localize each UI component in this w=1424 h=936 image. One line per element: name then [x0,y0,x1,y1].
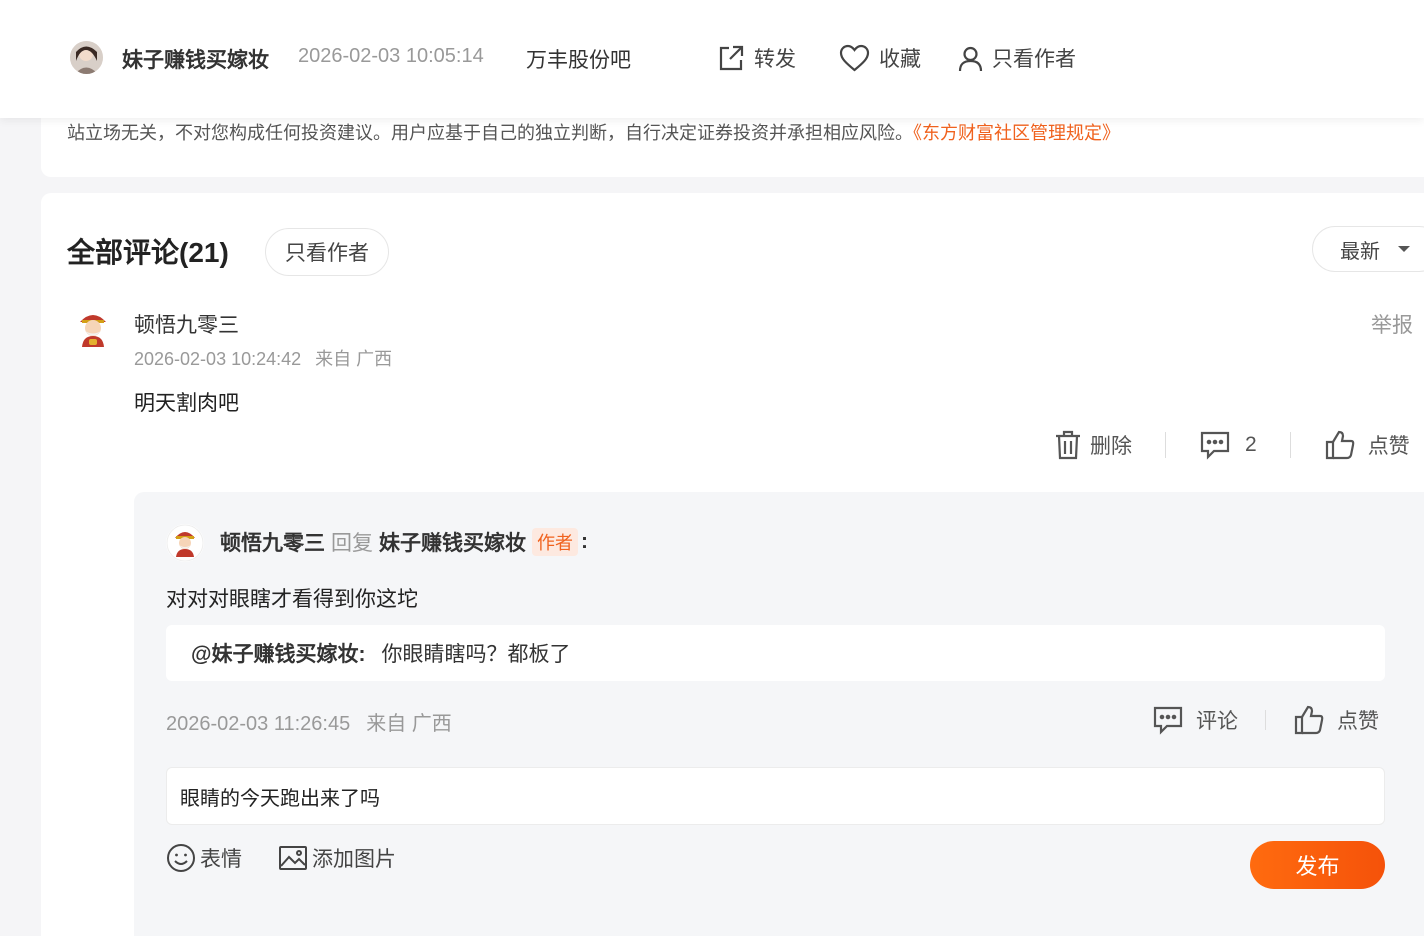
trash-icon [1056,430,1080,460]
only-author-button[interactable]: 只看作者 [957,42,1076,74]
sort-dropdown[interactable]: 最新 [1312,226,1424,272]
reply-body: 对对对眼瞎才看得到你这坨 [166,588,418,611]
author-avatar[interactable] [70,41,103,74]
divider [1165,432,1166,458]
disclaimer-text: 站立场无关，不对您构成任何投资建议。用户应基于自己的独立判断，自行决定证券投资并… [67,119,1120,145]
post-author-name[interactable]: 妹子赚钱买嫁妆 [122,44,269,74]
emoji-button[interactable]: 表情 [166,840,242,876]
commenter-name[interactable]: 顿悟九零三 [134,309,239,339]
comment-time: 2026-02-03 10:24:42 [134,349,302,369]
report-button[interactable]: 举报 [1371,309,1413,339]
reply-comment-button[interactable]: 评论 [1152,705,1238,735]
thumbs-up-icon [1325,430,1355,460]
forward-label: 转发 [754,48,796,71]
divider [1265,710,1266,730]
add-image-button[interactable]: 添加图片 [278,840,396,876]
reply-like-button[interactable]: 点赞 [1293,704,1379,736]
disclaimer-body: 站立场无关，不对您构成任何投资建议。用户应基于自己的独立判断，自行决定证券投资并… [67,123,913,143]
replier-avatar[interactable] [166,524,204,562]
divider [1289,432,1291,458]
heart-icon [839,44,870,72]
forward-button[interactable]: 转发 [716,42,796,74]
like-label: 点赞 [1367,435,1410,458]
stock-bar-link[interactable]: 万丰股份吧 [526,44,631,74]
quoted-text: 你眼睛瞎吗？都板了 [381,643,571,666]
reply-count: 2 [1245,433,1257,456]
post-header-bar: 妹子赚钱买嫁妆 2026-02-03 10:05:14 万丰股份吧 转发 收藏 … [0,0,1424,118]
comments-section: 全部评论(21) 只看作者 最新 顿悟九零三 2026-02-03 10:24:… [41,193,1424,936]
delete-label: 删除 [1090,435,1132,458]
thumbs-up-icon [1294,705,1324,735]
add-image-label: 添加图片 [312,848,396,871]
commenter-avatar[interactable] [75,310,111,348]
replier-name[interactable]: 顿悟九零三 [220,527,325,557]
smiley-icon [167,844,195,872]
reply-meta: 2026-02-03 11:26:45 来自 广西 [166,707,452,736]
emoji-label: 表情 [200,848,242,871]
quoted-user[interactable]: @妹子赚钱买嫁妆: [191,638,365,668]
comments-title: 全部评论(21) [67,237,229,268]
reply-verb: 回复 [331,532,373,555]
reply-time: 2026-02-03 11:26:45 [166,713,351,735]
comment-meta: 2026-02-03 10:24:42 来自 广西 [134,345,392,371]
favorite-label: 收藏 [879,48,921,71]
favorite-button[interactable]: 收藏 [838,42,921,74]
reply-like-label: 点赞 [1337,710,1379,733]
reply-actions: 评论 点赞 [1152,702,1379,738]
comment-icon [1153,706,1183,735]
reply-target-name[interactable]: 妹子赚钱买嫁妆 [379,527,526,557]
sort-label: 最新 [1340,240,1380,263]
author-badge: 作者 [532,528,578,556]
comment-icon [1200,431,1230,460]
publish-button[interactable]: 发布 [1250,841,1385,889]
like-button[interactable]: 点赞 [1324,429,1410,461]
reply-colon: : [581,530,588,553]
reply-header: 顿悟九零三 回复 妹子赚钱买嫁妆 作者 : [220,527,588,557]
comment-actions: 删除 2 点赞 [1054,425,1410,465]
caret-down-icon [1398,246,1410,252]
reply-thread: 顿悟九零三 回复 妹子赚钱买嫁妆 作者 : 对对对眼瞎才看得到你这坨 @妹子赚钱… [134,492,1424,936]
share-icon [719,45,744,71]
reply-count-button[interactable]: 2 [1199,430,1257,460]
user-icon [958,46,983,72]
comment-location: 来自 广西 [315,349,393,369]
comment-body: 明天割肉吧 [134,392,239,415]
only-author-label: 只看作者 [992,48,1076,71]
reply-input[interactable] [166,767,1385,825]
comments-only-author-button[interactable]: 只看作者 [265,228,389,276]
delete-button[interactable]: 删除 [1054,429,1132,461]
image-icon [279,846,307,870]
reply-location: 来自 广西 [366,713,452,735]
quoted-comment: @妹子赚钱买嫁妆: 你眼睛瞎吗？都板了 [166,625,1385,681]
reply-comment-label: 评论 [1196,710,1238,733]
post-time: 2026-02-03 10:05:14 [298,45,484,67]
community-rules-link[interactable]: 《东方财富社区管理规定》 [913,123,1120,143]
